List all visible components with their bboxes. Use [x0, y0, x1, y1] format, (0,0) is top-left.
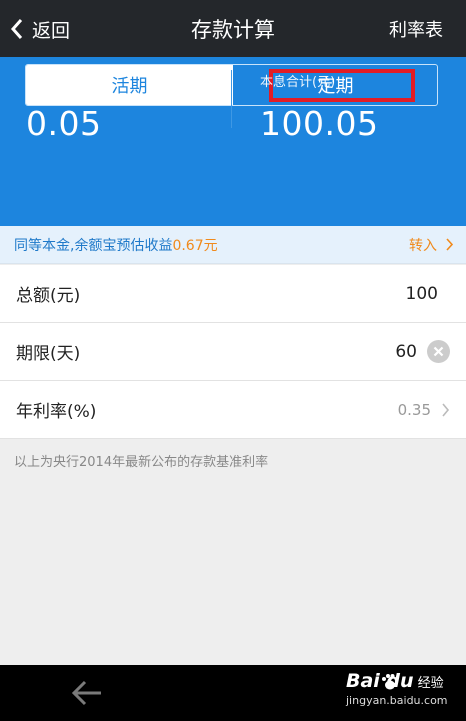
amount-label: 总额(元)	[16, 286, 81, 306]
promo-amount: 0.67元	[172, 237, 218, 254]
baidu-jingyan-watermark: Bai du 经验 jingyan.baidu.com	[346, 670, 448, 707]
term-label: 期限(天)	[16, 344, 81, 364]
rate-label: 年利率(%)	[16, 402, 97, 422]
back-button[interactable]: 返回	[10, 14, 70, 44]
total-label: 本息合计(元)	[260, 75, 336, 90]
total-value: 100.05	[260, 104, 379, 143]
title-bar: 返回 存款计算 利率表	[0, 0, 466, 57]
total-stat: 本息合计(元) 100.05	[260, 71, 378, 143]
chevron-right-icon	[442, 402, 450, 417]
interest-label: 利息(元)	[26, 75, 76, 90]
watermark-url: jingyan.baidu.com	[346, 694, 448, 707]
deposit-form: 总额(元) 100 期限(天) 60 年利率(%) 0.35	[0, 265, 466, 439]
chevron-left-icon	[10, 19, 23, 39]
rate-value: 0.35	[397, 400, 431, 419]
term-input[interactable]: 60	[327, 342, 417, 362]
clear-term-button[interactable]	[427, 340, 450, 363]
amount-input[interactable]: 100	[318, 284, 438, 304]
stat-divider	[231, 70, 232, 128]
chevron-right-icon	[446, 238, 454, 251]
back-arrow-icon[interactable]	[70, 679, 104, 707]
transfer-in-label: 转入	[409, 237, 437, 254]
yuebao-promo-bar: 同等本金,余额宝预估收益 0.67元 转入	[0, 226, 466, 264]
promo-text: 同等本金,余额宝预估收益	[14, 237, 173, 254]
watermark-suffix: 经验	[417, 675, 444, 691]
rate-table-link[interactable]: 利率表	[389, 16, 443, 42]
interest-value: 0.05	[26, 104, 102, 143]
rate-note: 以上为央行2014年最新公布的存款基准利率	[14, 455, 269, 470]
close-icon	[433, 346, 444, 357]
rate-row[interactable]: 年利率(%) 0.35	[0, 381, 466, 439]
term-row: 期限(天) 60	[0, 323, 466, 381]
transfer-in-button[interactable]: 转入	[409, 235, 454, 255]
interest-stat: 利息(元) 0.05	[26, 71, 101, 143]
back-label: 返回	[32, 19, 71, 42]
amount-row: 总额(元) 100	[0, 265, 466, 323]
paw-icon	[382, 674, 399, 690]
